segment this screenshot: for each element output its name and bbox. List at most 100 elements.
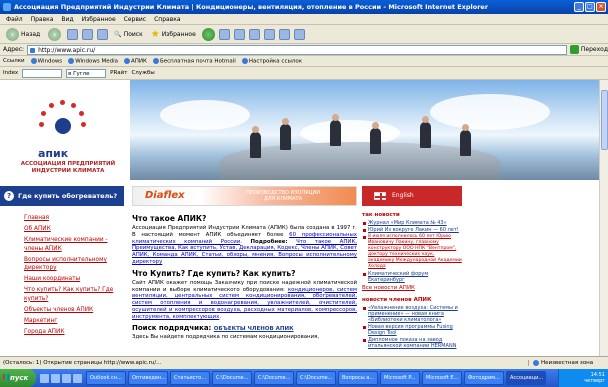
where-to-buy-box[interactable]: ? Где купить обогреватель? — [0, 186, 124, 206]
discuss-icon[interactable] — [278, 28, 290, 40]
link-windows-media[interactable]: Windows Media — [68, 57, 118, 64]
news-item-detail[interactable]: 8 июля исполнилось 60 лет Юрию Ивановичу… — [362, 234, 462, 270]
security-zone: Неизвестная зона — [528, 360, 608, 366]
menu-file[interactable]: Файл — [6, 14, 23, 24]
taskbar-item[interactable]: Статьисто... — [170, 371, 210, 385]
search-button[interactable]: 🔍 Поиск — [112, 27, 145, 42]
links-bar: Ссылки Windows Windows Media АПИК Беспла… — [0, 56, 608, 67]
history-icon[interactable] — [218, 28, 230, 40]
refresh-icon[interactable] — [82, 28, 94, 40]
menu-help[interactable]: Справка — [154, 14, 180, 24]
nav-members[interactable]: Климатические компании - члены АПИК — [24, 236, 124, 252]
header-banner-image — [130, 80, 602, 180]
maximize-button[interactable]: □ — [585, 2, 595, 12]
nav-contacts[interactable]: Наши координаты — [24, 275, 124, 283]
ad-text: ПРОИЗВОДСТВО ИЗОЛЯЦИИ ДЛЯ КЛИМАТА — [246, 190, 320, 202]
taskbar-item[interactable]: C:\Docume... — [254, 371, 294, 385]
ie-icon — [3, 3, 11, 11]
start-button[interactable]: пуск — [0, 369, 36, 387]
taskbar-item[interactable]: Оптиведен... — [128, 371, 168, 385]
what-to-buy-text: Сайт АПИК окажет помощь Заказчику при по… — [132, 279, 358, 320]
diaflex-ad-banner[interactable]: Diaflex ПРОИЗВОДСТВО ИЗОЛЯЦИИ ДЛЯ КЛИМАТ… — [132, 186, 357, 206]
back-button[interactable]: ‹ Назад — [4, 27, 42, 42]
member-news-item[interactable]: «Увлажнение воздуха: Системы и применени… — [362, 305, 462, 323]
menu-edit[interactable]: Правка — [31, 14, 54, 24]
taskbar-item[interactable]: Вопросы а... — [338, 371, 378, 385]
pagerank-button[interactable]: PRайт — [110, 70, 127, 76]
page-content: апик АССОЦИАЦИЯ ПРЕДПРИЯТИЙ ИНДУСТРИИ КЛ… — [0, 80, 608, 356]
close-button[interactable]: × — [596, 2, 606, 12]
taskbar-item[interactable]: Outlook сн... — [86, 371, 126, 385]
ie-link-icon — [152, 57, 159, 64]
question-icon: ? — [4, 191, 14, 201]
member-objects-link[interactable]: ОБЪЕКТЫ ЧЛЕНОВ АПИК — [214, 326, 294, 332]
messenger-icon[interactable] — [293, 28, 305, 40]
menu-view[interactable]: Вид — [61, 14, 73, 24]
edit-icon[interactable] — [263, 28, 275, 40]
link-windows[interactable]: Windows — [30, 57, 62, 64]
favorites-button[interactable]: ★ Избранное — [149, 27, 198, 42]
menu-tools[interactable]: Сервис — [124, 14, 146, 24]
services-button[interactable]: Службы — [131, 70, 154, 76]
site-brand: апик — [38, 147, 69, 160]
nav-about[interactable]: Об АПИК — [24, 225, 124, 233]
nav-what-to-buy[interactable]: Что купить? Как купить? Где купить? — [24, 286, 124, 302]
all-news-link[interactable]: Все новости АПИК — [362, 285, 462, 291]
quicklaunch-icon[interactable] — [40, 373, 49, 383]
taskbar-item[interactable]: Microsoft E... — [422, 371, 462, 385]
news-item[interactable]: Юрий Из вокруге Лакин — 60 лет! — [362, 227, 462, 233]
member-news-item[interactable]: Новая версия программы Fusing Design Too… — [362, 324, 462, 336]
minimize-button[interactable]: _ — [574, 2, 584, 12]
status-bar: (Осталось: 1) Открытие страницы http://w… — [0, 356, 608, 369]
quicklaunch-icon[interactable] — [73, 373, 82, 383]
taskbar-item-active[interactable]: Ассоциаци... — [506, 371, 546, 385]
address-label: Адрес: — [3, 46, 25, 53]
media-icon[interactable] — [201, 27, 215, 41]
nav-questions[interactable]: Вопросы исполнительному директору — [24, 256, 124, 272]
ie-window: Ассоциация Предприятий Индустрии Климата… — [0, 0, 608, 387]
clock-day: четверг — [584, 378, 605, 384]
system-tray: 14:51 четверг — [558, 369, 608, 387]
home-icon[interactable] — [97, 28, 109, 40]
link-hotmail[interactable]: Бесплатная почта Hotmail — [152, 57, 236, 64]
google-toolbar: Index в Гугле PRайт Службы — [0, 67, 608, 80]
menu-bar: Файл Правка Вид Избранное Сервис Справка — [0, 14, 608, 25]
vertical-scrollbar[interactable] — [599, 80, 608, 356]
print-icon[interactable] — [248, 28, 260, 40]
taskbar-item[interactable]: Microsoft P... — [380, 371, 420, 385]
english-version-button[interactable]: English — [362, 186, 462, 206]
address-bar: Адрес: http://www.apic.ru/ Переход — [0, 44, 608, 56]
mail-icon[interactable] — [233, 28, 245, 40]
news-item[interactable]: Журнал «Мир Климата № 43» — [362, 220, 462, 226]
title-bar: Ассоциация Предприятий Индустрии Климата… — [0, 0, 608, 14]
menu-favorites[interactable]: Избранное — [82, 14, 116, 24]
what-is-apik-heading: Что такое АПИК? — [132, 214, 207, 223]
ie-link-icon — [30, 57, 37, 64]
go-arrow-icon — [569, 45, 579, 54]
ie-link-icon — [124, 57, 131, 64]
scrollbar-thumb[interactable] — [601, 90, 608, 150]
forward-button[interactable]: › — [46, 27, 63, 42]
nav-marketing[interactable]: Маркетинг — [24, 317, 124, 325]
quicklaunch-icon[interactable] — [62, 373, 71, 383]
link-apik[interactable]: АПИК — [124, 57, 147, 64]
nav-cities[interactable]: Города АПИК — [24, 328, 124, 336]
taskbar-item[interactable]: C:\Docume... — [296, 371, 336, 385]
google-search-input[interactable] — [22, 68, 63, 78]
member-news-item[interactable]: Дипломное показа на завод итальянской ко… — [362, 337, 462, 349]
quicklaunch-icon[interactable] — [51, 373, 60, 383]
nav-home[interactable]: Главная — [24, 214, 124, 222]
taskbar-item[interactable]: Фотодрим... — [464, 371, 504, 385]
search-icon: 🔍 — [114, 30, 122, 38]
taskbar-item[interactable]: C:\Docume... — [212, 371, 252, 385]
ad-brand: Diaflex — [145, 190, 185, 201]
stop-icon[interactable] — [67, 28, 79, 40]
go-button[interactable]: Переход — [569, 45, 608, 54]
nav-objects[interactable]: Объекты членов АПИК — [24, 306, 124, 314]
address-input[interactable]: http://www.apic.ru/ — [27, 44, 567, 55]
taskbar: пуск Outlook сн... Оптиведен... Статьист… — [0, 369, 608, 387]
google-lang-select[interactable]: в Гугле — [66, 68, 107, 78]
news-item[interactable]: Климатический форум Екатеринбург — [362, 271, 462, 283]
main-column: Что такое АПИК? Ассоциация Предприятий И… — [132, 214, 357, 343]
link-customize[interactable]: Настройка ссылок — [241, 57, 302, 64]
